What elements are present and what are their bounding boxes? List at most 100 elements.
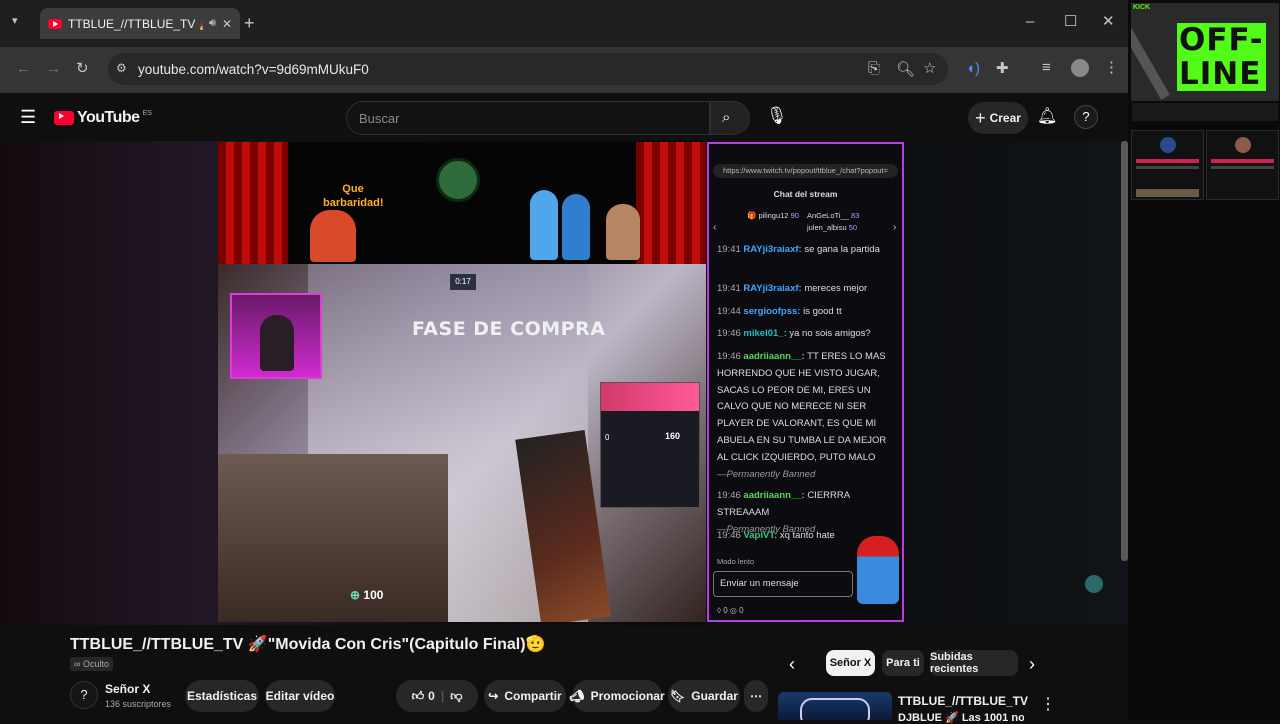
maximize-icon[interactable]: ☐	[1064, 12, 1077, 30]
chat-message: 19:41 RAYji3raiaxf: mereces mejor	[717, 283, 868, 294]
plus-icon: +	[975, 107, 986, 128]
share-button[interactable]: ↪ Compartir	[484, 680, 566, 712]
kick-channel-info	[1132, 103, 1278, 121]
edit-video-button[interactable]: Editar vídeo	[265, 680, 335, 712]
extensions-puzzle-icon[interactable]: ✚	[996, 59, 1009, 77]
tab-title: TTBLUE_//TTBLUE_TV 🚀"M	[68, 16, 203, 31]
character-figure	[310, 210, 356, 262]
health-value: 100	[363, 588, 384, 602]
recommended-more-icon[interactable]: ⋮	[1040, 694, 1056, 714]
chat-message: 19:46 aadriiaann__: TT ERES LO MAS HORRE…	[717, 351, 887, 480]
chip-subidas-recientes[interactable]: Subidas recientes	[930, 650, 1018, 676]
gifts-next-icon: ›	[893, 222, 897, 233]
person-figure	[606, 204, 640, 260]
profile-avatar[interactable]	[1071, 59, 1089, 77]
search-input[interactable]: Buscar	[346, 101, 710, 135]
address-bar[interactable]: ⚙ youtube.com/watch?v=9d69mMUkuF0 ⎘ 🔍︎ ☆	[108, 53, 948, 85]
back-icon[interactable]: ←	[16, 60, 31, 77]
stats-panel-header	[601, 383, 699, 411]
phase-banner: FASE DE COMPRA	[412, 318, 606, 340]
close-window-icon[interactable]: ✕	[1102, 12, 1115, 30]
channel-emblem	[436, 158, 480, 202]
promote-button[interactable]: 📣︎ Promocionar	[569, 680, 665, 712]
share-icon: ↪	[488, 689, 499, 703]
kick-logo: KICK	[1133, 4, 1151, 11]
side-thumbnail-1	[1131, 130, 1204, 200]
save-button[interactable]: 🔖︎ Guardar	[668, 680, 740, 712]
account-avatar[interactable]: ?	[1074, 105, 1098, 129]
chip-senor-x[interactable]: Señor X	[826, 650, 875, 676]
chip-para-ti[interactable]: Para ti	[882, 650, 924, 676]
chips-prev-icon[interactable]: ‹	[789, 654, 795, 675]
like-button[interactable]: 👍︎ 0	[412, 689, 435, 704]
more-actions-button[interactable]: ⋯	[744, 680, 768, 712]
banned-note: —Permanently Banned	[717, 468, 816, 480]
chat-message: 19:41 RAYji3raiaxf: se gana la partida	[717, 244, 880, 255]
bookmark-star-icon[interactable]: ☆	[923, 59, 936, 77]
kick-offline-preview: KICK OFF- LINE	[1131, 3, 1279, 101]
tab-list-chevron-icon[interactable]: ▾	[12, 14, 18, 27]
floor-area	[218, 454, 448, 622]
youtube-logo[interactable]: YouTube ES	[54, 109, 152, 127]
points-icon: ◊	[717, 606, 721, 615]
close-tab-icon[interactable]: ✕	[222, 17, 232, 31]
smurf-figure	[562, 194, 590, 260]
youtube-logo-text: YouTube	[77, 109, 140, 126]
zoom-icon[interactable]: 🔍︎	[896, 60, 915, 78]
recommended-thumbnail[interactable]	[778, 692, 892, 720]
new-tab-icon[interactable]: +	[244, 13, 255, 34]
search-button[interactable]: ⌕	[710, 101, 750, 135]
floating-widget-icon[interactable]	[1085, 575, 1103, 593]
visibility-label: Oculto	[82, 659, 109, 669]
channel-avatar[interactable]: ?	[70, 681, 98, 709]
page-scrollbar[interactable]	[1121, 141, 1128, 561]
url-text: youtube.com/watch?v=9d69mMUkuF0	[138, 61, 369, 77]
gifts-prev-icon: ‹	[713, 222, 717, 233]
gifter-2: AnGeLoTi__ 83	[807, 211, 860, 220]
like-dislike-group: 👍︎ 0 | 👎︎	[396, 680, 478, 712]
thumbs-down-icon: 👎︎	[450, 688, 463, 703]
media-control-icon[interactable]: ≡	[1042, 59, 1051, 76]
search-icon: ⌕	[722, 109, 731, 126]
chat-popout-url: https://www.twitch.tv/popout/ttblue_/cha…	[713, 164, 898, 178]
reload-icon[interactable]: ↻	[76, 59, 89, 77]
chips-next-icon[interactable]: ›	[1029, 654, 1035, 675]
recommended-title[interactable]: TTBLUE_//TTBLUE_TV	[898, 694, 1028, 708]
site-info-icon[interactable]: ⚙	[116, 61, 127, 75]
stats-button[interactable]: Estadísticas	[185, 680, 259, 712]
youtube-favicon-icon	[48, 18, 62, 29]
microphone-icon[interactable]: 🎙︎	[766, 106, 788, 126]
browser-tab[interactable]: TTBLUE_//TTBLUE_TV 🚀"M 🔊︎ ✕	[40, 8, 240, 39]
thumbs-up-icon: 👍︎	[411, 688, 425, 703]
video-title: TTBLUE_//TTBLUE_TV 🚀"Movida Con Cris"(Ca…	[70, 636, 546, 653]
region-code: ES	[142, 109, 152, 117]
recommended-subtitle[interactable]: DJBLUE 🚀 Las 1001 noches	[898, 711, 1024, 724]
channel-name[interactable]: Señor X	[105, 682, 150, 696]
visibility-badge: ∞ Oculto	[70, 657, 113, 671]
chat-title: Chat del stream	[773, 189, 838, 199]
browser-menu-icon[interactable]: ⋮	[1104, 58, 1119, 76]
santa-mascot	[857, 536, 899, 604]
health-hud: ⊕ 100	[350, 588, 383, 602]
extension-audio-icon[interactable]: ◖)	[966, 60, 980, 77]
hamburger-menu-icon[interactable]: ☰	[20, 107, 36, 128]
notifications-bell-icon[interactable]: 🔔︎	[1037, 106, 1057, 126]
create-button[interactable]: + Crear	[968, 102, 1028, 134]
gifter-1: 🎁 pilingu12 90	[747, 211, 799, 220]
channel-points: ◊ 0 ◎ 0	[717, 606, 744, 615]
credits-value: 160	[665, 431, 681, 441]
round-timer: 0:17	[450, 274, 476, 290]
smurfette-figure	[530, 190, 558, 260]
chat-message: 19:44 sergioofpss: is good tt	[717, 306, 842, 317]
speaker-icon[interactable]: 🔊︎	[209, 17, 216, 30]
gifter-3: julen_albisu 50	[807, 223, 858, 232]
banner-caption: Que barbaridad!	[323, 183, 384, 209]
youtube-logo-icon	[54, 111, 74, 125]
subscriber-count: 136 suscriptores	[105, 699, 172, 709]
minimize-icon[interactable]: –	[1026, 13, 1034, 30]
dislike-button[interactable]: 👎︎	[450, 689, 462, 704]
forward-icon[interactable]: →	[46, 60, 61, 77]
streamer-silhouette	[260, 315, 294, 371]
stat-left: 0	[605, 433, 610, 442]
install-app-icon[interactable]: ⎘	[868, 60, 880, 77]
